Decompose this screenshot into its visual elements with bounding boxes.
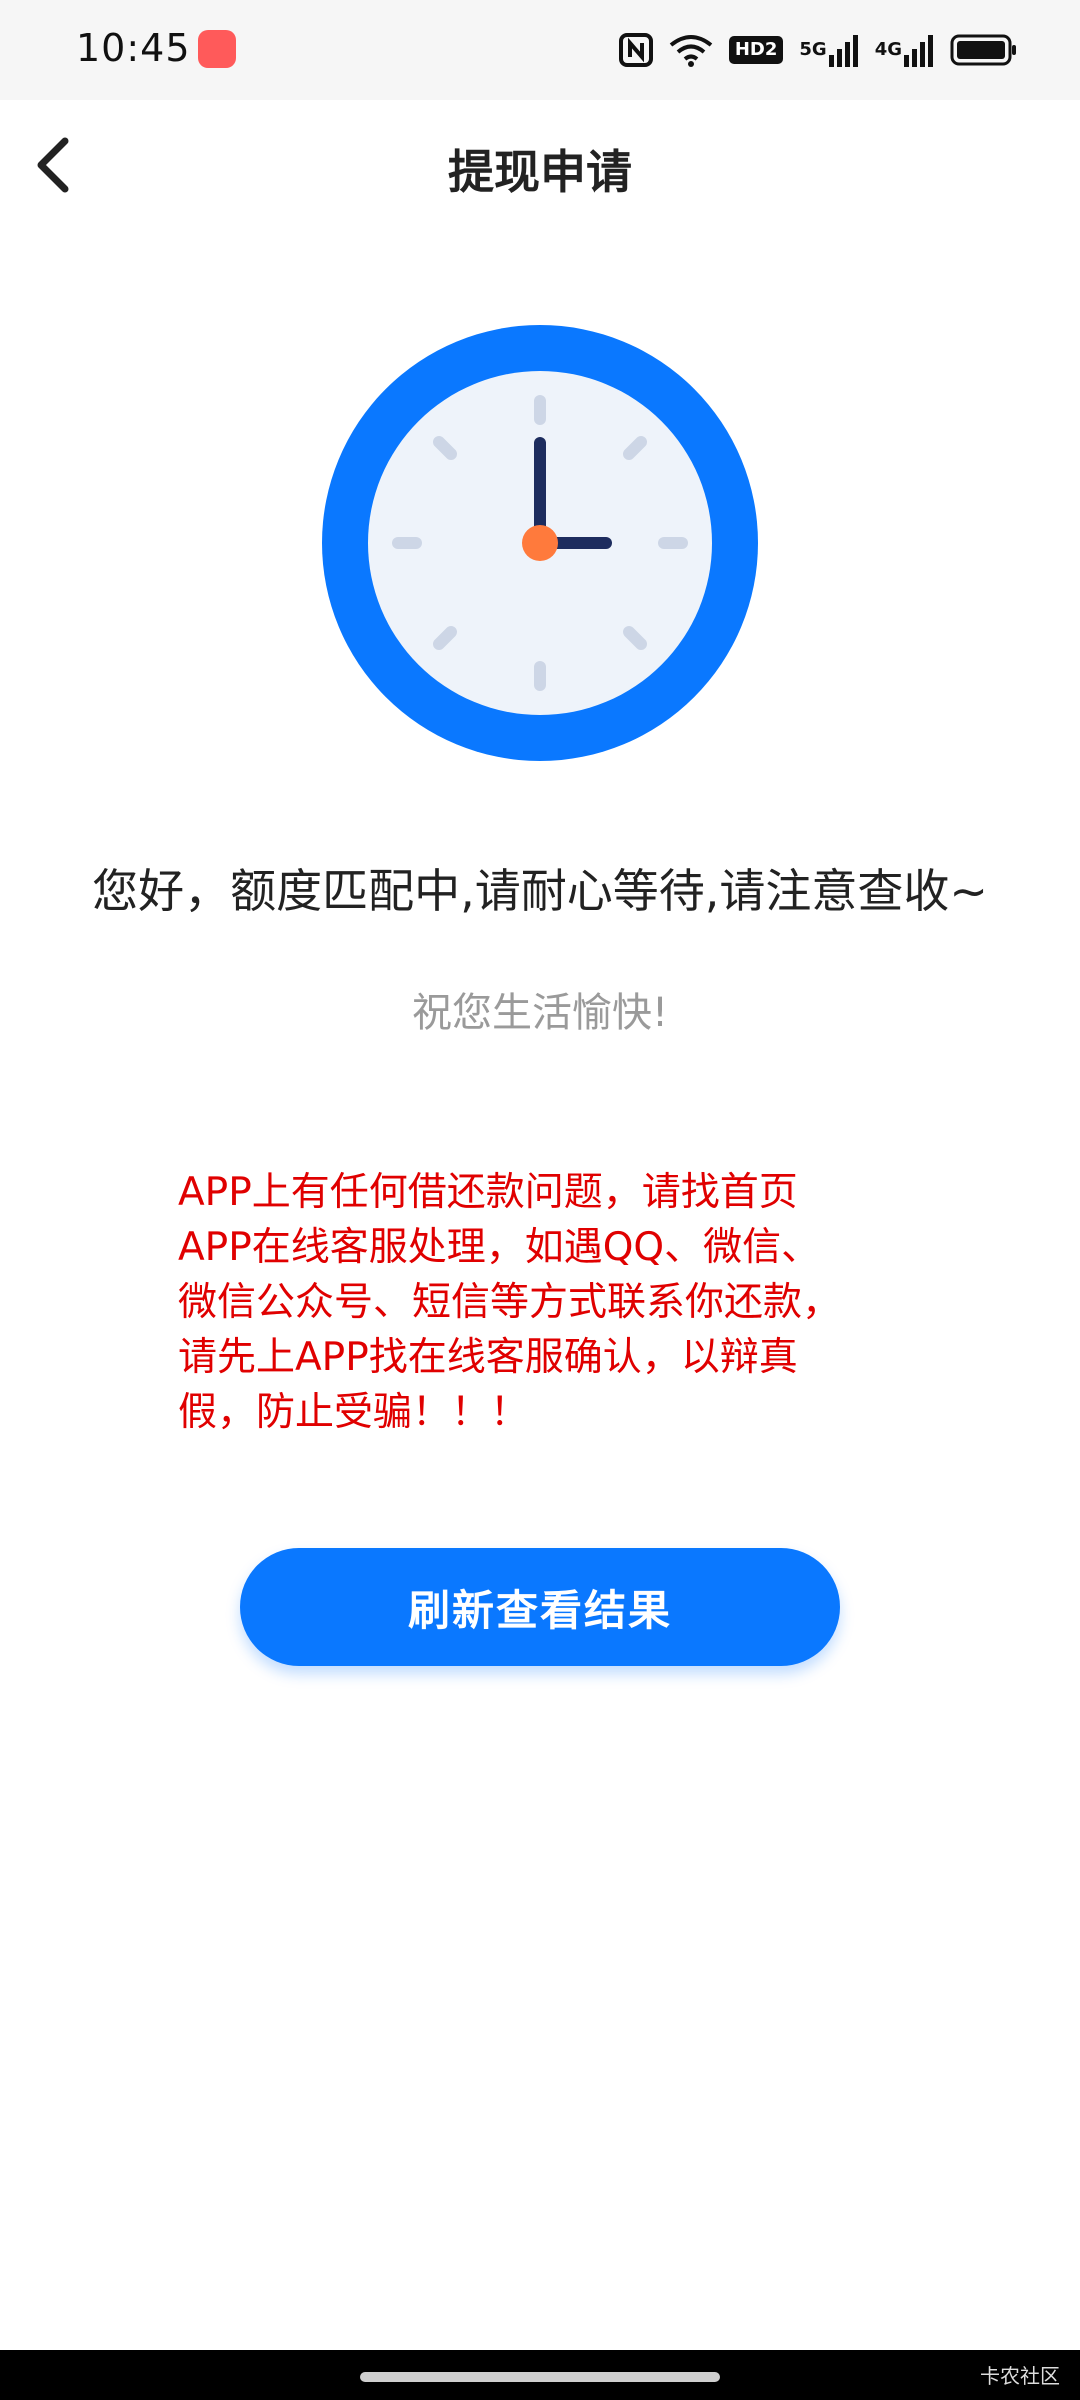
signal-5g-icon: 5G (799, 30, 858, 70)
warning-line: APP上有任何借还款问题，请找首页 (178, 1170, 798, 1215)
warning-line: 请先上APP找在线客服确认，以辩真 (178, 1335, 798, 1380)
nfc-icon (618, 30, 653, 70)
refresh-result-button[interactable]: 刷新查看结果 (240, 1548, 840, 1666)
app-notification-icon (198, 30, 236, 68)
clock-illustration (322, 325, 758, 761)
status-message: 您好，额度匹配中,请耐心等待,请注意查收~ (92, 864, 988, 918)
status-time: 10:45 (76, 26, 191, 70)
wifi-icon (669, 30, 713, 70)
page-title: 提现申请 (448, 145, 632, 199)
hd-icon: HD2 (728, 30, 784, 70)
warning-line: 假，防止受骗！！！ (178, 1390, 530, 1435)
clock-icon (322, 325, 758, 761)
warning-line: 微信公众号、短信等方式联系你还款， (178, 1280, 842, 1325)
greeting-subtext: 祝您生活愉快! (411, 990, 669, 1036)
battery-icon (950, 30, 1018, 70)
fraud-warning: APP上有任何借还款问题，请找首页 APP在线客服处理，如遇QQ、微信、 微信公… (178, 1165, 918, 1440)
header: 提现申请 (0, 100, 1080, 235)
screen: 10:45 HD2 5G 4G 提现申请 您好，额度匹配中,请耐心等待,请注意查… (0, 0, 1080, 2400)
status-bar: 10:45 HD2 5G 4G (0, 0, 1080, 100)
signal-4g-icon: 4G (875, 30, 934, 70)
home-indicator[interactable] (360, 2372, 720, 2382)
navigation-bar: 卡农社区 (0, 2350, 1080, 2400)
warning-line: APP在线客服处理，如遇QQ、微信、 (178, 1225, 821, 1270)
clock-center (522, 525, 558, 561)
watermark: 卡农社区 (980, 2364, 1060, 2388)
status-icons: HD2 5G 4G (618, 30, 1018, 70)
